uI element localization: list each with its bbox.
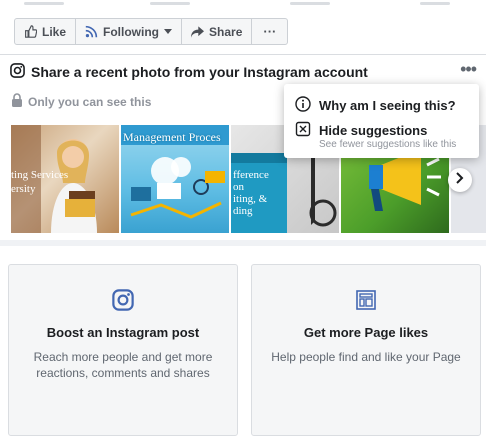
share-button[interactable]: Share — [182, 19, 253, 44]
like-button[interactable]: Like — [15, 19, 77, 44]
boost-instagram-post-option[interactable]: Boost an Instagram post Reach more peopl… — [8, 264, 238, 436]
top-strip — [0, 0, 486, 8]
get-page-likes-option[interactable]: Get more Page likes Help people find and… — [251, 264, 481, 436]
share-arrow-icon — [191, 25, 205, 38]
more-options-button[interactable]: ··· — [252, 19, 287, 44]
following-button[interactable]: Following — [76, 19, 183, 44]
privacy-label: Only you can see this — [28, 94, 152, 109]
action-button-group: Like Following Share ··· — [14, 18, 289, 45]
promo-title: Get more Page likes — [303, 325, 429, 340]
photo-caption: Management Proces — [123, 130, 221, 144]
privacy-note: Only you can see this — [11, 93, 151, 110]
more-label: ··· — [263, 24, 277, 39]
action-bar: Like Following Share ··· — [0, 8, 486, 54]
promo-title: Boost an Instagram post — [46, 325, 200, 340]
lock-icon — [11, 93, 23, 110]
divider — [24, 2, 64, 5]
page-icon — [355, 289, 377, 316]
promotion-options-card: Boost an Instagram post Reach more peopl… — [0, 246, 486, 441]
promo-description: Help people find and like your Page — [271, 350, 461, 364]
info-icon — [295, 96, 311, 115]
photo-caption: ersity — [11, 183, 36, 195]
menu-item-hide-label: Hide suggestions — [319, 123, 428, 138]
suggestion-title: Share a recent photo from your Instagram… — [31, 64, 368, 80]
divider — [420, 2, 450, 5]
divider — [150, 2, 190, 5]
following-label: Following — [103, 24, 160, 39]
menu-item-hide[interactable]: Hide suggestions — [295, 121, 427, 140]
thumbs-up-icon — [24, 25, 37, 38]
promo-description: Reach more people and get more reactions… — [33, 350, 213, 380]
menu-item-why-label: Why am I seeing this? — [319, 98, 456, 113]
menu-item-why[interactable]: Why am I seeing this? — [295, 96, 456, 115]
photo-caption: ding — [233, 205, 253, 217]
divider — [290, 2, 330, 5]
instagram-icon — [112, 289, 134, 316]
suggestion-header: Share a recent photo from your Instagram… — [10, 63, 368, 81]
close-box-icon — [295, 121, 311, 140]
photo-thumbnail[interactable]: ting Services ersity — [11, 125, 119, 233]
instagram-icon — [10, 63, 25, 81]
share-label: Share — [209, 24, 243, 39]
carousel-next-button[interactable] — [448, 168, 472, 192]
caret-down-icon — [164, 28, 173, 35]
photo-thumbnail[interactable]: Management Proces — [121, 125, 229, 233]
rss-icon — [85, 25, 98, 38]
suggestion-options-button[interactable]: ••• — [460, 60, 477, 78]
like-label: Like — [42, 24, 67, 39]
suggestion-options-menu: Why am I seeing this? Hide suggestions S… — [284, 84, 479, 158]
chevron-right-icon — [455, 171, 465, 189]
photo-caption: ting Services — [11, 169, 69, 181]
menu-item-hide-description: See fewer suggestions like this — [319, 139, 457, 150]
